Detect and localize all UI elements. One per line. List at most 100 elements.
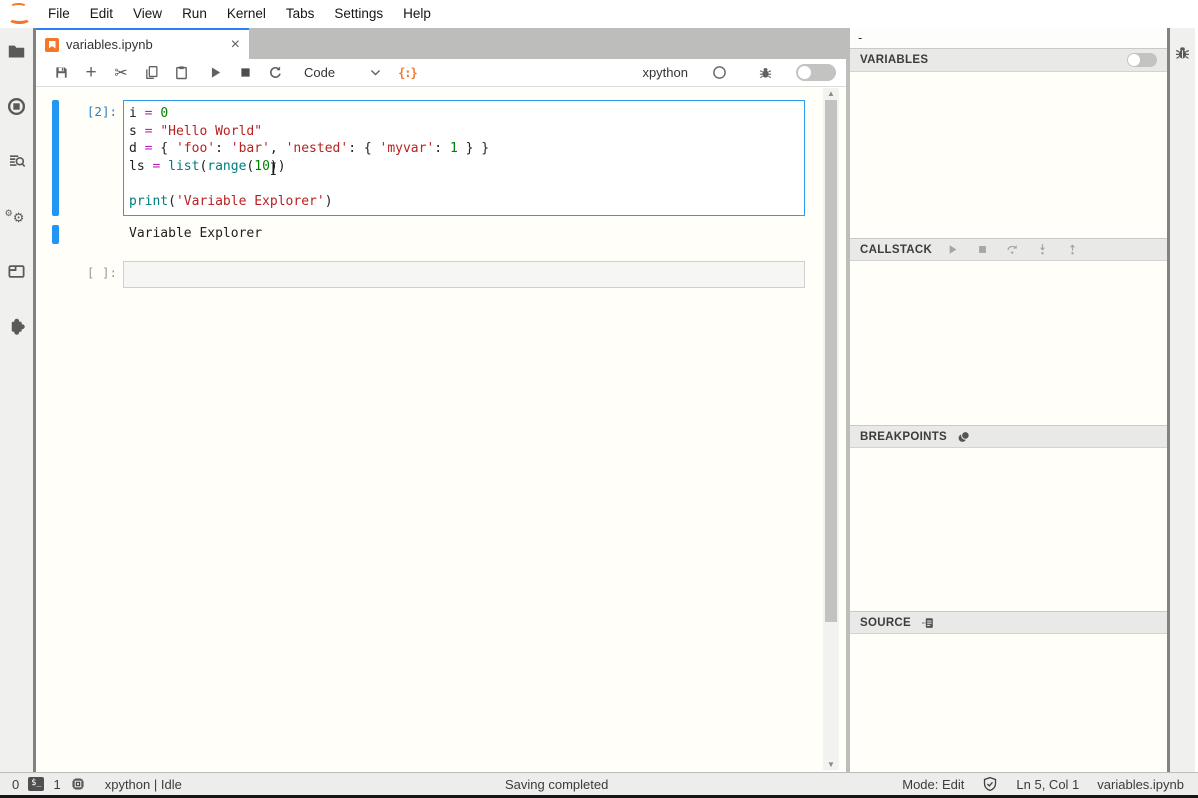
toggle-knob bbox=[1128, 54, 1140, 66]
cell-output-area: Variable Explorer bbox=[36, 225, 846, 244]
code-line: ls = list(range(10)) bbox=[129, 158, 800, 176]
menu-run[interactable]: Run bbox=[172, 0, 217, 28]
terminals-count[interactable]: 0 bbox=[12, 777, 19, 792]
tab-close-icon[interactable]: × bbox=[231, 37, 240, 53]
close-all-breakpoints-icon[interactable] bbox=[957, 430, 971, 444]
format-code-icon[interactable]: {:} bbox=[398, 66, 417, 80]
gear-icon: ⚙ bbox=[5, 208, 13, 218]
variables-section-header[interactable]: VARIABLES bbox=[850, 49, 1167, 72]
chevron-down-icon bbox=[369, 66, 382, 79]
tab-title: variables.ipynb bbox=[66, 37, 153, 52]
trust-shield-icon[interactable] bbox=[982, 776, 998, 792]
status-message: Saving completed bbox=[505, 777, 608, 792]
code-line: d = { 'foo': 'bar', 'nested': { 'myvar':… bbox=[129, 140, 800, 158]
step-in-icon[interactable] bbox=[1036, 243, 1049, 256]
jupyter-logo-icon bbox=[4, 2, 30, 26]
restart-kernel-button[interactable] bbox=[260, 61, 290, 85]
kernel-status-icon bbox=[704, 61, 734, 85]
scroll-up-icon[interactable]: ▲ bbox=[823, 89, 839, 98]
open-source-icon[interactable] bbox=[921, 616, 935, 630]
source-label: SOURCE bbox=[860, 617, 911, 629]
callstack-label: CALLSTACK bbox=[860, 244, 932, 256]
cell-output-text: Variable Explorer bbox=[123, 225, 262, 244]
extension-manager-icon[interactable] bbox=[6, 315, 28, 337]
save-button[interactable] bbox=[46, 61, 76, 85]
dock-tab-bar: variables.ipynb × bbox=[36, 28, 846, 59]
cell-output-collapser[interactable] bbox=[52, 225, 59, 244]
scroll-down-icon[interactable]: ▼ bbox=[823, 760, 839, 769]
menu-bar: File Edit View Run Kernel Tabs Settings … bbox=[0, 0, 1198, 28]
variables-view-toggle[interactable] bbox=[1127, 53, 1157, 67]
copy-cells-button[interactable] bbox=[136, 61, 166, 85]
notebook-content[interactable]: [2]: i = 0s = "Hello World"d = { 'foo': … bbox=[36, 87, 846, 772]
source-section-body bbox=[850, 634, 1167, 772]
execution-prompt: [2]: bbox=[59, 100, 123, 216]
debugger-bug-icon[interactable] bbox=[750, 61, 780, 85]
code-editor-empty[interactable] bbox=[123, 261, 805, 288]
code-editor[interactable]: i = 0s = "Hello World"d = { 'foo': 'bar'… bbox=[123, 100, 805, 216]
menu-file[interactable]: File bbox=[38, 0, 80, 28]
notebook-toolbar: + ✂ Code bbox=[36, 59, 846, 87]
breakpoints-section-header[interactable]: BREAKPOINTS bbox=[850, 425, 1167, 448]
variables-label: VARIABLES bbox=[860, 54, 928, 66]
cursor-position[interactable]: Ln 5, Col 1 bbox=[1016, 777, 1079, 792]
breakpoints-label: BREAKPOINTS bbox=[860, 431, 947, 443]
notebook-mode[interactable]: Mode: Edit bbox=[902, 777, 964, 792]
step-over-icon[interactable] bbox=[1006, 243, 1019, 256]
callstack-section-header[interactable]: CALLSTACK bbox=[850, 238, 1167, 261]
paste-cells-button[interactable] bbox=[166, 61, 196, 85]
kernels-count[interactable]: 1 bbox=[53, 777, 60, 792]
open-tabs-icon[interactable] bbox=[6, 260, 28, 282]
scrollbar-thumb[interactable] bbox=[825, 100, 837, 622]
cell-type-value: Code bbox=[304, 65, 335, 80]
command-palette-icon[interactable] bbox=[6, 150, 28, 172]
interrupt-kernel-button[interactable] bbox=[230, 61, 260, 85]
code-line: i = 0 bbox=[129, 105, 800, 123]
debugger-tab-bug-icon[interactable] bbox=[1174, 44, 1191, 66]
menu-settings[interactable]: Settings bbox=[324, 0, 393, 28]
jupyterlab-window: File Edit View Run Kernel Tabs Settings … bbox=[0, 0, 1198, 798]
debugger-panel-title: - bbox=[850, 28, 1167, 49]
status-filename: variables.ipynb bbox=[1097, 777, 1184, 792]
output-prompt-spacer bbox=[59, 225, 123, 244]
run-cell-button[interactable] bbox=[200, 61, 230, 85]
menu-tabs[interactable]: Tabs bbox=[276, 0, 325, 28]
menu-edit[interactable]: Edit bbox=[80, 0, 123, 28]
running-kernels-icon[interactable] bbox=[6, 95, 28, 117]
code-cell-2[interactable]: [ ]: bbox=[36, 261, 846, 288]
terminate-icon[interactable] bbox=[976, 243, 989, 256]
cut-cells-button[interactable]: ✂ bbox=[106, 61, 136, 85]
terminal-icon[interactable]: $_ bbox=[28, 777, 44, 790]
add-cell-button[interactable]: + bbox=[76, 61, 106, 85]
code-cell-1[interactable]: [2]: i = 0s = "Hello World"d = { 'foo': … bbox=[36, 100, 846, 216]
left-activity-bar: ⚙⚙ bbox=[0, 28, 36, 772]
code-line: print('Variable Explorer') bbox=[129, 193, 800, 211]
main-menu: File Edit View Run Kernel Tabs Settings … bbox=[38, 0, 441, 28]
notebook-scrollbar[interactable]: ▲ ▼ bbox=[823, 88, 839, 770]
source-section-header[interactable]: SOURCE bbox=[850, 611, 1167, 634]
execution-prompt-empty: [ ]: bbox=[59, 261, 123, 288]
cell-input-collapser[interactable] bbox=[52, 261, 59, 288]
property-inspector-icon[interactable]: ⚙⚙ bbox=[6, 205, 28, 227]
cell-input-collapser[interactable] bbox=[52, 100, 59, 216]
variables-section-body bbox=[850, 72, 1167, 238]
callstack-toolbar bbox=[946, 243, 1079, 256]
step-out-icon[interactable] bbox=[1066, 243, 1079, 256]
code-line bbox=[129, 175, 800, 193]
kernel-chip-icon[interactable] bbox=[70, 776, 86, 792]
notebook-file-icon bbox=[45, 38, 59, 52]
menu-view[interactable]: View bbox=[123, 0, 172, 28]
menu-help[interactable]: Help bbox=[393, 0, 441, 28]
toolbar-toggle[interactable] bbox=[796, 64, 836, 81]
file-browser-icon[interactable] bbox=[6, 40, 28, 62]
kernel-status-text[interactable]: xpython | Idle bbox=[105, 777, 182, 792]
debugger-panel: - VARIABLES CALLSTACK BREAKPOINTS bbox=[850, 28, 1167, 772]
menu-kernel[interactable]: Kernel bbox=[217, 0, 276, 28]
cell-type-dropdown[interactable]: Code bbox=[304, 65, 382, 80]
right-activity-bar bbox=[1167, 28, 1195, 772]
code-line: s = "Hello World" bbox=[129, 123, 800, 141]
continue-icon[interactable] bbox=[946, 243, 959, 256]
notebook-panel: variables.ipynb × + ✂ bbox=[36, 28, 846, 772]
tab-variables-ipynb[interactable]: variables.ipynb × bbox=[36, 28, 249, 59]
kernel-name[interactable]: xpython bbox=[642, 65, 688, 80]
